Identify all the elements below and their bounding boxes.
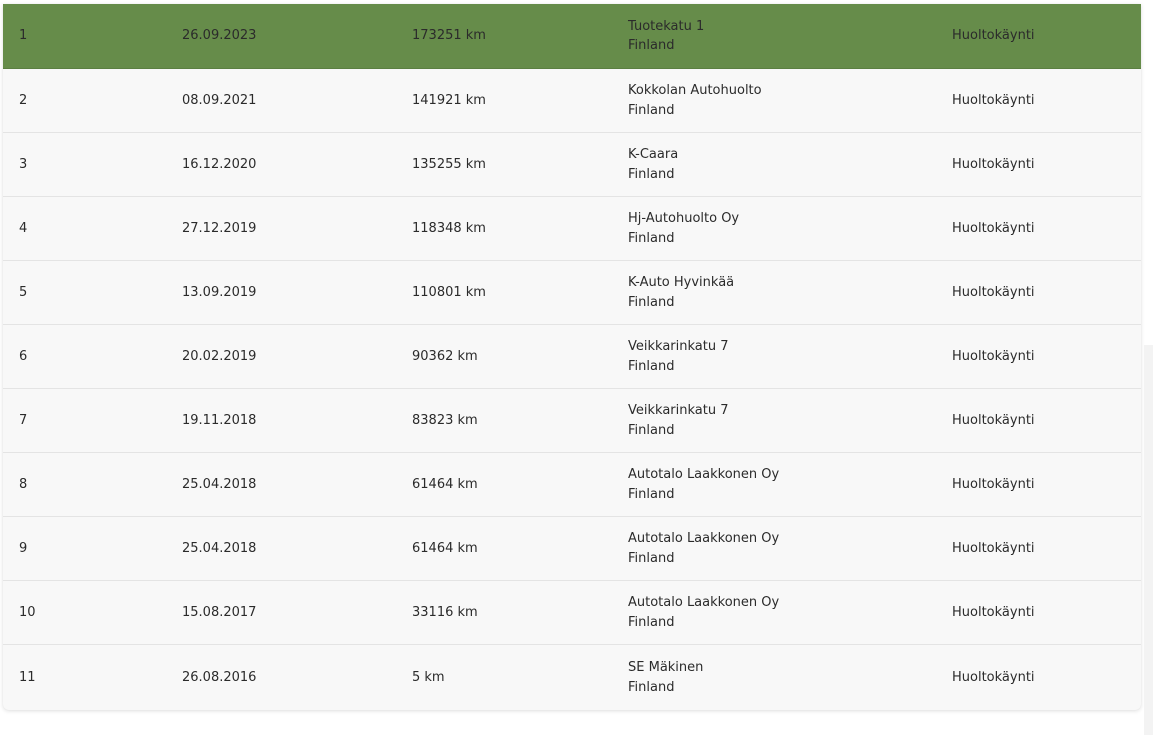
service-location: Autotalo Laakkonen Oy Finland [628, 581, 779, 644]
service-date: 08.09.2021 [182, 92, 257, 108]
service-date: 20.02.2019 [182, 348, 257, 364]
location-name: Veikkarinkatu 7 [628, 403, 729, 418]
service-type: Huoltokäynti [952, 476, 1035, 492]
row-number: 8 [19, 476, 28, 492]
location-name: Autotalo Laakkonen Oy [628, 595, 780, 610]
service-type: Huoltokäynti [952, 540, 1035, 556]
service-location: Veikkarinkatu 7 Finland [628, 389, 729, 452]
location-name: K-Caara [628, 147, 679, 162]
row-number: 3 [19, 156, 28, 172]
service-date: 15.08.2017 [182, 604, 257, 620]
odometer-reading: 61464 km [412, 476, 478, 492]
service-date: 25.04.2018 [182, 476, 257, 492]
odometer-reading: 135255 km [412, 156, 486, 172]
service-location: K-Caara Finland [628, 133, 678, 196]
page: 1 26.09.2023 173251 km Tuotekatu 1 Finland Hu… [0, 0, 1153, 735]
row-number: 7 [19, 412, 28, 428]
odometer-reading: 118348 km [412, 220, 486, 236]
odometer-reading: 90362 km [412, 348, 478, 364]
service-type: Huoltokäynti [952, 604, 1035, 620]
service-type: Huoltokäynti [952, 669, 1035, 685]
location-name: K-Auto Hyvinkää [628, 275, 735, 290]
service-history-table: 1 26.09.2023 173251 km Tuotekatu 1 Finland Hu… [3, 4, 1141, 710]
table-row-selected[interactable]: 1 26.09.2023 173251 km Tuotekatu 1 Finland Hu… [3, 4, 1141, 69]
service-location: K-Auto Hyvinkää Finland [628, 261, 734, 324]
location-name: Kokkolan Autohuolto [628, 83, 762, 98]
row-number: 2 [19, 92, 28, 108]
table-row[interactable]: 4 27.12.2019 118348 km Hj-Autohuolto Oy Finl… [3, 197, 1141, 261]
location-name: Tuotekatu 1 [628, 18, 705, 34]
table-row[interactable]: 10 15.08.2017 33116 km Autotalo Laakkonen O… [3, 581, 1141, 645]
table-row[interactable]: 2 08.09.2021 141921 km Kokkolan Autohuolto F… [3, 69, 1141, 133]
row-number: 9 [19, 540, 28, 556]
location-country: Finland [628, 38, 675, 53]
odometer-reading: 141921 km [412, 92, 486, 108]
service-date: 13.09.2019 [182, 284, 257, 300]
table-row[interactable]: 11 26.08.2016 5 km SE Mäkinen Finland Huoltok… [3, 645, 1141, 710]
location-country: Finland [628, 422, 675, 438]
row-number: 10 [19, 604, 36, 620]
service-type: Huoltokäynti [952, 92, 1035, 108]
service-date: 26.08.2016 [182, 669, 257, 685]
location-country: Finland [628, 679, 675, 695]
table-row[interactable]: 8 25.04.2018 61464 km Autotalo Laakkonen Oy… [3, 453, 1141, 517]
table-row[interactable]: 3 16.12.2020 135255 km K-Caara Finland Huolto… [3, 133, 1141, 197]
service-date: 25.04.2018 [182, 540, 257, 556]
row-number: 5 [19, 284, 28, 300]
location-country: Finland [628, 550, 675, 566]
row-number: 1 [19, 28, 28, 44]
location-country: Finland [628, 358, 675, 374]
service-location: Kokkolan Autohuolto Finland [628, 69, 762, 132]
odometer-reading: 33116 km [412, 604, 478, 620]
location-name: Hj-Autohuolto Oy [628, 211, 740, 226]
odometer-reading: 61464 km [412, 540, 478, 556]
location-country: Finland [628, 166, 675, 182]
service-location: Autotalo Laakkonen Oy Finland [628, 517, 779, 580]
table-row[interactable]: 9 25.04.2018 61464 km Autotalo Laakkonen Oy… [3, 517, 1141, 581]
location-country: Finland [628, 294, 675, 310]
service-type: Huoltokäynti [952, 284, 1035, 300]
row-number: 4 [19, 220, 28, 236]
location-country: Finland [628, 102, 675, 118]
row-number: 11 [19, 669, 36, 685]
odometer-reading: 173251 km [412, 28, 486, 44]
location-name: Veikkarinkatu 7 [628, 339, 729, 354]
location-country: Finland [628, 614, 675, 630]
service-date: 19.11.2018 [182, 412, 257, 428]
service-location: Veikkarinkatu 7 Finland [628, 325, 729, 388]
location-country: Finland [628, 230, 675, 246]
service-type: Huoltokäynti [952, 28, 1035, 44]
service-location: SE Mäkinen Finland [628, 645, 703, 710]
service-location: Hj-Autohuolto Oy Finland [628, 197, 739, 260]
row-number: 6 [19, 348, 28, 364]
service-location: Autotalo Laakkonen Oy Finland [628, 453, 779, 516]
service-date: 26.09.2023 [182, 28, 257, 44]
service-type: Huoltokäynti [952, 156, 1035, 172]
table-row[interactable]: 5 13.09.2019 110801 km K-Auto Hyvinkää Finla… [3, 261, 1141, 325]
odometer-reading: 83823 km [412, 412, 478, 428]
service-location: Tuotekatu 1 Finland [628, 4, 704, 68]
service-type: Huoltokäynti [952, 220, 1035, 236]
location-country: Finland [628, 486, 675, 502]
table-row[interactable]: 7 19.11.2018 83823 km Veikkarinkatu 7 Finlan… [3, 389, 1141, 453]
table-row[interactable]: 6 20.02.2019 90362 km Veikkarinkatu 7 Finlan… [3, 325, 1141, 389]
odometer-reading: 5 km [412, 669, 445, 685]
location-name: Autotalo Laakkonen Oy [628, 467, 780, 482]
service-type: Huoltokäynti [952, 348, 1035, 364]
service-date: 27.12.2019 [182, 220, 257, 236]
odometer-reading: 110801 km [412, 284, 486, 300]
service-date: 16.12.2020 [182, 156, 257, 172]
location-name: Autotalo Laakkonen Oy [628, 531, 780, 546]
service-type: Huoltokäynti [952, 412, 1035, 428]
location-name: SE Mäkinen [628, 660, 704, 675]
scrollbar-track[interactable] [1144, 345, 1153, 735]
